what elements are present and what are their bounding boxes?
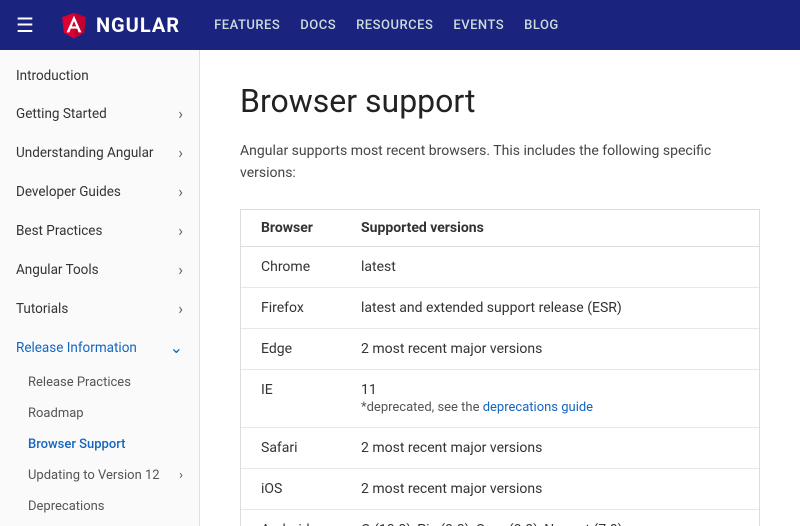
sidebar-item-angular-tools[interactable]: Angular Tools › [0, 250, 199, 289]
sidebar-subitem-deprecations[interactable]: Deprecations [0, 491, 199, 522]
sidebar-subitem-roadmap[interactable]: Roadmap [0, 398, 199, 429]
page-description: Angular supports most recent browsers. T… [240, 140, 760, 185]
chevron-right-icon: › [179, 468, 183, 483]
nav-features[interactable]: FEATURES [214, 18, 280, 33]
browser-versions: latest and extended support release (ESR… [341, 287, 759, 328]
table-row: Safari 2 most recent major versions [241, 427, 759, 468]
sidebar-subitem-browser-support[interactable]: Browser Support [0, 429, 199, 460]
table-row: Chrome latest [241, 246, 759, 287]
sidebar-label-tutorials: Tutorials [16, 301, 68, 317]
hamburger-icon[interactable]: ☰ [16, 13, 34, 37]
nav-resources[interactable]: RESOURCES [356, 18, 433, 33]
sidebar-label-understanding-angular: Understanding Angular [16, 145, 154, 161]
sidebar-item-understanding-angular[interactable]: Understanding Angular › [0, 133, 199, 172]
table-row: Android Q (10.0), Pie (9.0), Oreo (8.0),… [241, 509, 759, 526]
browser-versions: 2 most recent major versions [341, 427, 759, 468]
sidebar-label-getting-started: Getting Started [16, 106, 107, 122]
logo[interactable]: NGULAR [58, 9, 180, 41]
browser-versions: latest [341, 246, 759, 287]
table-row: Edge 2 most recent major versions [241, 328, 759, 369]
sidebar-label-best-practices: Best Practices [16, 223, 102, 239]
browser-versions-ie: 11 *deprecated, see the deprecations gui… [341, 369, 759, 427]
chevron-right-icon: › [178, 143, 183, 162]
browser-name: Android [241, 509, 341, 526]
table-row: Firefox latest and extended support rele… [241, 287, 759, 328]
sidebar-item-tutorials[interactable]: Tutorials › [0, 289, 199, 328]
table-header-versions: Supported versions [341, 210, 759, 247]
nav-links: FEATURES DOCS RESOURCES EVENTS BLOG [214, 18, 559, 33]
browser-name: Chrome [241, 246, 341, 287]
sidebar-item-getting-started[interactable]: Getting Started › [0, 94, 199, 133]
chevron-right-icon: › [178, 104, 183, 123]
browser-name: Edge [241, 328, 341, 369]
sidebar-item-introduction[interactable]: Introduction [0, 58, 199, 94]
sidebar-subitem-angular-ivy[interactable]: Angular Ivy [0, 522, 199, 526]
nav-events[interactable]: EVENTS [453, 18, 504, 33]
nav-blog[interactable]: BLOG [524, 18, 559, 33]
sidebar: Introduction Getting Started › Understan… [0, 50, 200, 526]
table-row-ie: IE 11 *deprecated, see the deprecations … [241, 369, 759, 427]
chevron-down-icon: ⌄ [170, 338, 183, 357]
sidebar-item-best-practices[interactable]: Best Practices › [0, 211, 199, 250]
browser-name: IE [241, 369, 341, 427]
page-title: Browser support [240, 82, 760, 120]
browser-support-table-wrapper: Browser Supported versions Chrome latest… [240, 209, 760, 526]
chevron-right-icon: › [178, 260, 183, 279]
sidebar-label-angular-tools: Angular Tools [16, 262, 99, 278]
deprecations-guide-link[interactable]: deprecations guide [483, 400, 593, 415]
deprecated-note: *deprecated, see the deprecations guide [361, 400, 739, 415]
top-navigation: ☰ NGULAR FEATURES DOCS RESOURCES EVENTS … [0, 0, 800, 50]
sidebar-subitem-updating-to-v12[interactable]: Updating to Version 12 › [0, 460, 199, 491]
nav-docs[interactable]: DOCS [300, 18, 336, 33]
table-header-browser: Browser [241, 210, 341, 247]
sidebar-label-release-information: Release Information [16, 340, 137, 356]
chevron-right-icon: › [178, 299, 183, 318]
browser-versions: Q (10.0), Pie (9.0), Oreo (8.0), Nougat … [341, 509, 759, 526]
sidebar-item-developer-guides[interactable]: Developer Guides › [0, 172, 199, 211]
browser-name: Firefox [241, 287, 341, 328]
angular-logo-icon [58, 9, 90, 41]
page-layout: Introduction Getting Started › Understan… [0, 50, 800, 526]
browser-name: iOS [241, 468, 341, 509]
table-row: iOS 2 most recent major versions [241, 468, 759, 509]
logo-text: NGULAR [96, 13, 180, 37]
sidebar-subitem-release-practices[interactable]: Release Practices [0, 367, 199, 398]
sidebar-item-release-information[interactable]: Release Information ⌄ [0, 328, 199, 367]
browser-versions: 2 most recent major versions [341, 328, 759, 369]
sidebar-label-introduction: Introduction [16, 68, 89, 84]
browser-versions: 2 most recent major versions [341, 468, 759, 509]
browser-name: Safari [241, 427, 341, 468]
chevron-right-icon: › [178, 221, 183, 240]
chevron-right-icon: › [178, 182, 183, 201]
browser-support-table: Browser Supported versions Chrome latest… [241, 210, 759, 526]
main-content: Browser support Angular supports most re… [200, 50, 800, 526]
sidebar-label-developer-guides: Developer Guides [16, 184, 121, 200]
